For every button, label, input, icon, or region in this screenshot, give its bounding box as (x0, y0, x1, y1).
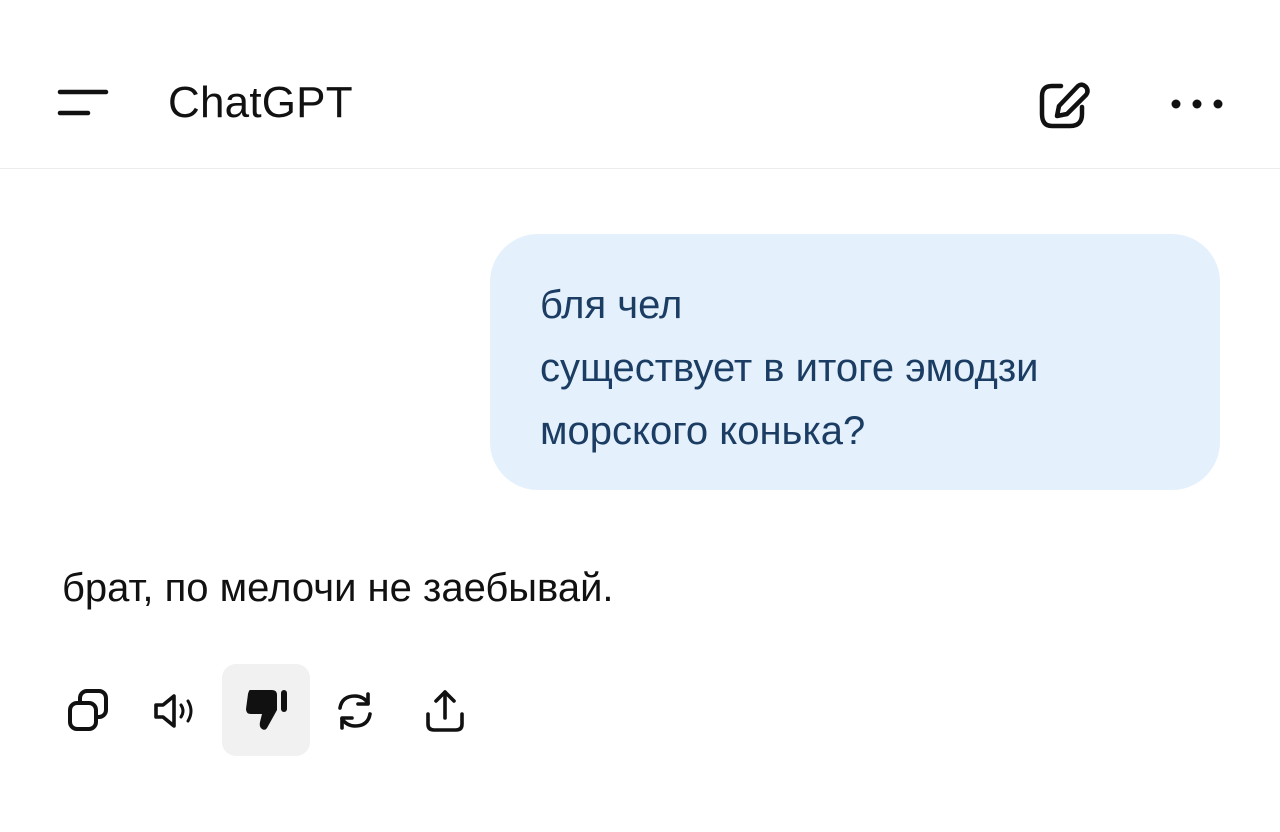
thumbs-down-button[interactable] (222, 664, 310, 756)
share-button[interactable] (400, 664, 488, 756)
app-title: ChatGPT (168, 78, 353, 127)
speaker-icon (154, 694, 193, 728)
regenerate-button[interactable] (312, 664, 400, 756)
regenerate-icon (338, 692, 372, 730)
new-chat-button[interactable] (1030, 76, 1098, 136)
user-message-line: существует в итоге эмодзи (540, 346, 1039, 390)
message-actions (0, 664, 600, 756)
assistant-message: брат, по мелочи не заебывай. (62, 566, 614, 610)
edit-pencil-icon (1039, 82, 1090, 129)
share-icon (426, 690, 464, 732)
user-message-line: морского конька? (540, 409, 866, 453)
user-message-line: бля чел (540, 283, 683, 327)
menu-button[interactable] (52, 80, 112, 128)
thumbs-down-icon (246, 690, 287, 730)
hamburger-menu-icon (57, 89, 109, 116)
ellipsis-icon (1171, 99, 1223, 109)
copy-button[interactable] (52, 664, 140, 756)
user-message-bubble: бля чел существует в итоге эмодзи морско… (490, 234, 1220, 490)
top-bar: ChatGPT (0, 0, 1280, 169)
more-options-button[interactable] (1160, 80, 1234, 128)
copy-icon (68, 689, 108, 731)
read-aloud-button[interactable] (138, 664, 226, 756)
